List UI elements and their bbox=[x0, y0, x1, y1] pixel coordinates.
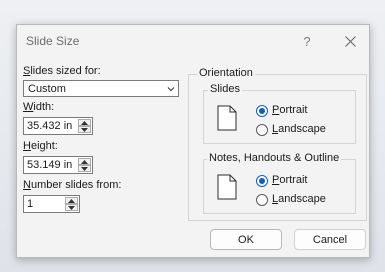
triangle-up-icon bbox=[81, 159, 88, 164]
slides-portrait-radio[interactable] bbox=[256, 105, 268, 117]
width-decrement-button[interactable] bbox=[78, 126, 91, 133]
close-icon bbox=[344, 35, 356, 47]
slides-landscape-label: Landscape bbox=[272, 123, 326, 135]
cancel-button[interactable]: Cancel bbox=[294, 229, 366, 250]
portrait-page-icon bbox=[217, 174, 237, 200]
height-label: Height: bbox=[23, 140, 58, 152]
number-slides-from-label: Number slides from: bbox=[23, 179, 122, 191]
triangle-up-icon bbox=[68, 198, 75, 203]
slides-sized-for-select[interactable]: Custom bbox=[23, 80, 179, 97]
slides-sized-for-value: Custom bbox=[28, 83, 66, 95]
help-button[interactable]: ? bbox=[296, 31, 318, 51]
slides-landscape-radio[interactable] bbox=[256, 124, 268, 136]
height-spinner[interactable]: 53.149 in bbox=[23, 156, 93, 174]
notes-landscape-radio[interactable] bbox=[256, 194, 268, 206]
height-increment-button[interactable] bbox=[78, 158, 91, 165]
width-value: 35.432 in bbox=[27, 120, 73, 132]
close-button[interactable] bbox=[339, 31, 361, 51]
triangle-up-icon bbox=[81, 120, 88, 125]
notes-landscape-label: Landscape bbox=[272, 193, 326, 205]
width-spinner[interactable]: 35.432 in bbox=[23, 117, 93, 135]
slide-size-dialog: Slide Size ? Slides sized for: Custom Wi… bbox=[16, 24, 370, 258]
portrait-page-icon bbox=[217, 105, 237, 131]
slides-sized-for-label: Slides sized for: bbox=[23, 65, 101, 77]
notes-portrait-label: Portrait bbox=[272, 174, 308, 186]
orientation-group: Orientation Slides Portrait Landscape No… bbox=[188, 67, 367, 221]
orientation-group-title: Orientation bbox=[197, 67, 255, 79]
triangle-down-icon bbox=[68, 205, 75, 210]
width-increment-button[interactable] bbox=[78, 119, 91, 126]
number-increment-button[interactable] bbox=[65, 197, 78, 204]
notes-group-title: Notes, Handouts & Outline bbox=[207, 152, 342, 164]
triangle-down-icon bbox=[81, 166, 88, 171]
notes-orientation-group: Notes, Handouts & Outline Portrait Lands… bbox=[203, 152, 356, 214]
number-slides-from-value: 1 bbox=[27, 198, 34, 210]
ok-button[interactable]: OK bbox=[210, 229, 282, 250]
width-label: Width: bbox=[23, 101, 55, 113]
slides-portrait-label: Portrait bbox=[272, 104, 308, 116]
chevron-down-icon bbox=[167, 87, 175, 92]
triangle-down-icon bbox=[81, 127, 88, 132]
notes-portrait-radio[interactable] bbox=[256, 175, 268, 187]
height-decrement-button[interactable] bbox=[78, 165, 91, 172]
number-decrement-button[interactable] bbox=[65, 204, 78, 211]
dialog-title: Slide Size bbox=[26, 34, 80, 48]
slides-orientation-group: Slides Portrait Landscape bbox=[203, 83, 356, 144]
height-value: 53.149 in bbox=[27, 159, 73, 171]
number-slides-from-spinner[interactable]: 1 bbox=[23, 195, 80, 213]
slides-group-title: Slides bbox=[208, 83, 242, 95]
